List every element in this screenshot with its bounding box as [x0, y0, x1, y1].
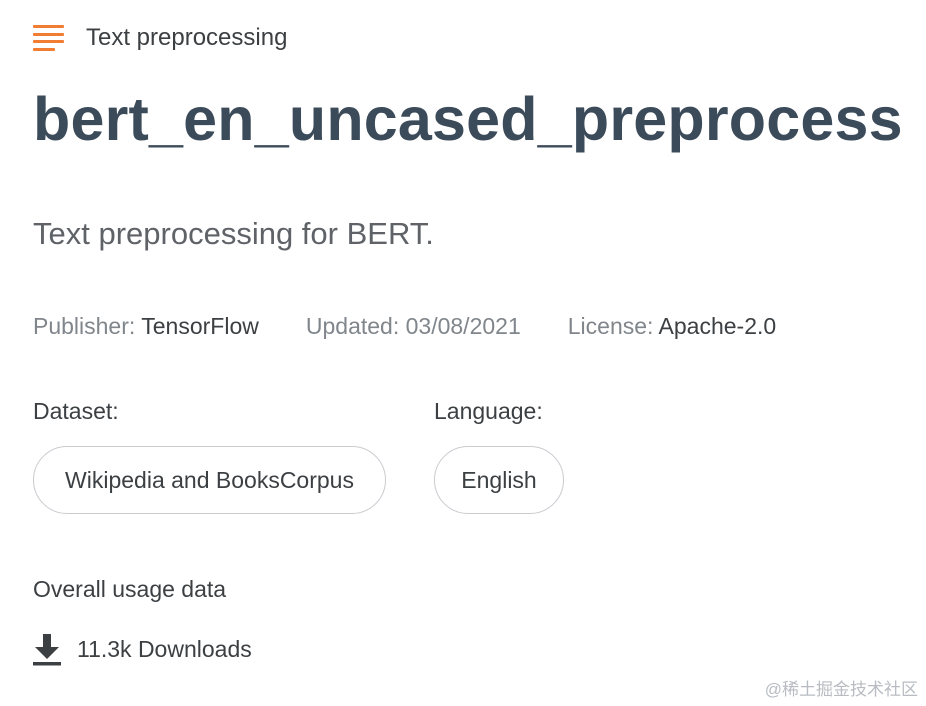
- category-row[interactable]: Text preprocessing: [33, 22, 287, 54]
- license-value[interactable]: Apache-2.0: [659, 313, 777, 339]
- publisher-key: Publisher:: [33, 313, 136, 339]
- dataset-chip[interactable]: Wikipedia and BooksCorpus: [33, 446, 386, 514]
- model-page: Text preprocessing bert_en_uncased_prepr…: [33, 0, 926, 706]
- usage-title: Overall usage data: [33, 576, 227, 602]
- updated-value: 03/08/2021: [405, 313, 521, 339]
- model-description: Text preprocessing for BERT.: [33, 216, 434, 251]
- downloads-count: 11.3k Downloads: [77, 635, 252, 662]
- updated-info: Updated: 03/08/2021: [306, 313, 521, 340]
- language-label: Language:: [434, 398, 543, 424]
- watermark: @稀土掘金技术社区: [764, 680, 918, 699]
- meta-row: Publisher: TensorFlow Updated: 03/08/202…: [33, 313, 823, 340]
- category-label[interactable]: Text preprocessing: [86, 24, 287, 52]
- download-icon: [33, 634, 61, 666]
- dataset-label: Dataset:: [33, 398, 119, 424]
- list-icon: [33, 25, 64, 51]
- license-info: License: Apache-2.0: [568, 313, 776, 340]
- license-key: License:: [567, 313, 654, 339]
- publisher-value[interactable]: TensorFlow: [141, 313, 259, 339]
- page-title: bert_en_uncased_preprocess: [33, 85, 903, 153]
- updated-key: Updated:: [305, 313, 400, 339]
- language-chip[interactable]: English: [434, 446, 564, 514]
- downloads-row: 11.3k Downloads: [33, 632, 252, 666]
- publisher-info: Publisher: TensorFlow: [33, 313, 259, 340]
